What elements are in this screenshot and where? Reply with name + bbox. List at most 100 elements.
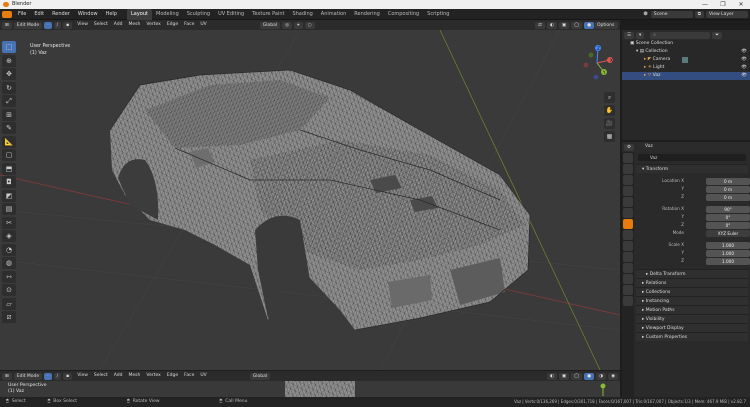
tab-sculpting[interactable]: Sculpting: [183, 9, 214, 20]
properties-editor-type-icon[interactable]: ⚙: [624, 143, 635, 151]
scene-tab-icon[interactable]: [623, 197, 633, 207]
perspective-toggle-icon[interactable]: ▦: [604, 131, 615, 142]
snap-icon[interactable]: ⌖: [294, 21, 303, 29]
bottom-editor-type-icon[interactable]: ⊞: [2, 372, 12, 380]
bottom-3d-viewport[interactable]: ⊞ Edit Mode · / ▪ View Select Add Mesh V…: [0, 371, 620, 397]
visibility-eye-icon[interactable]: 👁: [741, 72, 747, 80]
edge-slide-icon[interactable]: ⇿: [2, 270, 16, 283]
edge-select-icon[interactable]: /: [53, 21, 62, 29]
shrink-fatten-icon[interactable]: ⊙: [2, 284, 16, 296]
render-tab-icon[interactable]: [623, 164, 633, 174]
bottom-menu-mesh[interactable]: Mesh: [126, 371, 144, 381]
particles-tab-icon[interactable]: [623, 241, 633, 251]
transform-panel-header[interactable]: ▾ Transform: [636, 164, 748, 173]
material-tab-icon[interactable]: [623, 285, 633, 295]
motion-paths-panel-header[interactable]: ▸ Motion Paths: [636, 305, 748, 314]
move-icon[interactable]: ✥: [2, 68, 16, 80]
collections-panel-header[interactable]: ▸ Collections: [636, 287, 748, 296]
menu-view[interactable]: View: [74, 20, 91, 30]
annotate-icon[interactable]: ✎: [2, 122, 16, 134]
blender-menu-icon[interactable]: [2, 10, 12, 18]
bottom-menu-add[interactable]: Add: [111, 371, 126, 381]
spin-icon[interactable]: ◔: [2, 243, 16, 256]
custom-properties-panel-header[interactable]: ▸ Custom Properties: [636, 332, 748, 341]
proportional-edit-icon[interactable]: ○: [304, 21, 315, 29]
bottom-rendered-icon[interactable]: ◉: [608, 372, 618, 380]
add-cube-icon[interactable]: ▢: [2, 149, 16, 161]
data-tab-icon[interactable]: [623, 274, 633, 284]
close-button[interactable]: ✕: [732, 0, 750, 9]
outliner-item-light[interactable]: ▸ ☀ Light 👁: [622, 64, 750, 72]
rip-region-icon[interactable]: ⧄: [2, 311, 16, 323]
options-button[interactable]: Options: [594, 21, 618, 29]
face-select-icon[interactable]: ▪: [63, 21, 73, 29]
bottom-face-select-icon[interactable]: ▪: [63, 372, 73, 380]
menu-edit[interactable]: Edit: [30, 9, 48, 20]
rotation-z-field[interactable]: 0°: [706, 221, 750, 229]
instancing-panel-header[interactable]: ▸ Instancing: [636, 296, 748, 305]
select-box-icon[interactable]: ⬚: [2, 41, 16, 53]
tab-scripting[interactable]: Scripting: [423, 9, 453, 20]
knife-icon[interactable]: ✂: [2, 216, 16, 229]
visibility-panel-header[interactable]: ▸ Visibility: [636, 314, 748, 323]
transform-icon[interactable]: ⊞: [2, 108, 16, 121]
bottom-menu-view[interactable]: View: [74, 371, 91, 381]
poly-build-icon[interactable]: ◈: [2, 230, 16, 242]
object-name-field[interactable]: Vaz: [638, 154, 746, 161]
menu-mesh[interactable]: Mesh: [126, 20, 144, 30]
menu-window[interactable]: Window: [74, 9, 102, 20]
bevel-icon[interactable]: ◩: [2, 189, 16, 202]
display-mode-icon[interactable]: ▾: [636, 31, 645, 39]
menu-vertex[interactable]: Vertex: [143, 20, 163, 30]
rotate-icon[interactable]: ↻: [2, 81, 16, 94]
visibility-eye-icon[interactable]: 👁: [741, 48, 747, 56]
loop-cut-icon[interactable]: ▤: [2, 203, 16, 215]
pan-hand-icon[interactable]: ✋: [604, 105, 615, 116]
cursor-icon[interactable]: ⊕: [2, 54, 16, 67]
editor-type-button[interactable]: ⊞: [2, 21, 12, 29]
bottom-vertex-select-icon[interactable]: ·: [44, 372, 52, 380]
tab-compositing[interactable]: Compositing: [384, 9, 423, 20]
visibility-eye-icon[interactable]: 👁: [741, 56, 747, 64]
constraints-tab-icon[interactable]: [623, 263, 633, 273]
bottom-edge-select-icon[interactable]: /: [53, 372, 62, 380]
location-z-field[interactable]: 0 m: [706, 193, 750, 201]
bottom-menu-edge[interactable]: Edge: [164, 371, 181, 381]
bottom-transform-selector[interactable]: Global: [249, 372, 271, 380]
bottom-menu-face[interactable]: Face: [181, 371, 197, 381]
menu-face[interactable]: Face: [181, 20, 197, 30]
smooth-icon[interactable]: ◍: [2, 257, 16, 269]
rotation-mode-select[interactable]: XYZ Euler: [706, 229, 750, 237]
outliner-search-input[interactable]: ⌕: [650, 31, 711, 39]
scale-y-field[interactable]: 1.000: [706, 249, 750, 257]
mode-selector[interactable]: Edit Mode: [13, 21, 43, 29]
minimize-button[interactable]: —: [696, 0, 714, 9]
world-tab-icon[interactable]: [623, 208, 633, 218]
menu-select[interactable]: Select: [91, 20, 111, 30]
viewport-display-panel-header[interactable]: ▸ Viewport Display: [636, 323, 748, 332]
bottom-solid-icon[interactable]: ●: [584, 372, 595, 380]
scene-new-button[interactable]: ⧉: [694, 10, 704, 18]
camera-view-icon[interactable]: 🎥: [604, 118, 615, 129]
outliner-item-vaz[interactable]: ▸ ▽ Vaz 👁: [622, 72, 750, 80]
scale-icon[interactable]: ⤢: [2, 95, 16, 107]
vertex-select-icon[interactable]: ·: [44, 21, 52, 29]
modifier-tab-icon[interactable]: [623, 230, 633, 240]
output-tab-icon[interactable]: [623, 175, 633, 185]
texture-tab-icon[interactable]: [623, 296, 633, 306]
menu-render[interactable]: Render: [48, 9, 74, 20]
tab-shading[interactable]: Shading: [288, 9, 316, 20]
3d-viewport[interactable]: User Perspective (1) Vaz X Y Z ⌕ ✋ 🎥 ▦: [0, 30, 620, 370]
measure-icon[interactable]: 📐: [2, 135, 16, 148]
outliner-root[interactable]: ▣ Scene Collection: [622, 40, 750, 48]
scene-selector[interactable]: Scene: [650, 10, 693, 18]
filter-icon[interactable]: ⏷: [712, 31, 722, 39]
bottom-xray-icon[interactable]: ▣: [558, 372, 570, 380]
tab-uv-editing[interactable]: UV Editing: [214, 9, 248, 20]
physics-tab-icon[interactable]: [623, 252, 633, 262]
bottom-menu-vertex[interactable]: Vertex: [143, 371, 163, 381]
menu-help[interactable]: Help: [102, 9, 121, 20]
view-layer-tab-icon[interactable]: [623, 186, 633, 196]
tab-rendering[interactable]: Rendering: [350, 9, 384, 20]
bottom-viewport-area[interactable]: User Perspective (1) Vaz: [0, 381, 620, 397]
